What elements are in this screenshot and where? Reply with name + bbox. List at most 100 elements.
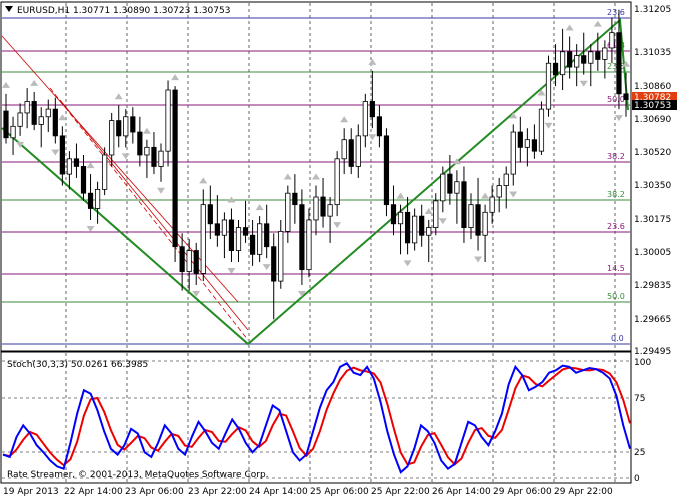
price-axis-label: 1.30350 <box>634 181 671 191</box>
candle-body <box>66 158 73 175</box>
candle-body <box>489 196 495 213</box>
price-axis-label: 1.29835 <box>634 281 671 291</box>
price-axis-label: 1.31205 <box>634 5 671 15</box>
candle-body <box>221 219 228 236</box>
time-axis-label: 23 Apr 06:00 <box>125 487 184 497</box>
price-axis: 1.31205 1.31035 1.30860 1.30690 1.30520 1.303… <box>634 5 671 357</box>
fibo-level-label: 38.2 <box>607 190 625 199</box>
time-axis: 19 Apr 2013 22 Apr 14:00 23 Apr 06:00 23 Ap… <box>3 487 613 497</box>
candle-body <box>609 32 615 49</box>
candle-body <box>80 166 87 194</box>
candle-body <box>292 192 298 206</box>
candle-body <box>616 32 622 95</box>
candle-body <box>362 101 368 137</box>
candle-body <box>144 146 150 156</box>
price-axis-label: 1.30175 <box>634 215 671 225</box>
price-axis-label: 1.29665 <box>634 315 671 325</box>
candle-body <box>567 51 573 68</box>
candle-body <box>73 158 80 167</box>
time-axis-label: 23 Apr 22:00 <box>188 487 247 497</box>
time-axis-label: 29 Apr 06:00 <box>493 487 552 497</box>
candle-body <box>313 196 319 221</box>
candle-body <box>531 139 538 152</box>
candle-body <box>602 47 608 60</box>
candle-body <box>10 125 16 139</box>
candle-body <box>517 131 523 148</box>
fibo-level-label: 23.6 <box>607 8 625 17</box>
stoch-level-75: 75 <box>634 394 645 404</box>
stoch-level-25: 25 <box>634 448 645 458</box>
candle-body <box>397 211 404 225</box>
candle-body <box>581 55 587 64</box>
price-axis-label: 1.30690 <box>634 115 671 125</box>
time-axis-label: 22 Apr 14:00 <box>64 487 123 497</box>
copyright-text: Rate Streamer, © 2001-2013, MetaQuotes S… <box>7 470 269 480</box>
time-axis-label: 26 Apr 14:00 <box>432 487 491 497</box>
candle-body <box>419 215 425 236</box>
candle-body <box>193 250 199 274</box>
stoch-level-100: 100 <box>634 358 651 368</box>
candle-body <box>285 192 291 232</box>
candle-body <box>94 188 101 209</box>
candle-body <box>552 62 559 76</box>
candle-body <box>52 108 58 137</box>
candle-body <box>17 112 23 127</box>
fibo-level-label: 38.2 <box>607 152 625 161</box>
candle-body <box>524 139 530 148</box>
candle-body <box>200 204 206 274</box>
candle-body <box>179 246 185 272</box>
candle-body <box>31 101 37 125</box>
fibo-level-label: 23.6 <box>607 222 625 231</box>
candle-body <box>320 196 326 217</box>
stoch-pane[interactable] <box>0 351 632 484</box>
candle-body <box>235 227 242 251</box>
candle-body <box>461 181 467 229</box>
time-axis-label: 25 Apr 06:00 <box>310 487 369 497</box>
fibo-level-label: 14.5 <box>607 264 625 273</box>
candle-body <box>412 215 418 244</box>
chart-window[interactable]: 23.661.823.650.038.238.223.614.550.00.0 … <box>0 0 700 500</box>
price-axis-label: 1.30520 <box>634 148 671 158</box>
candle-body <box>137 131 143 156</box>
candle-body <box>87 192 94 209</box>
fibo-level-label: 23.6 <box>607 62 625 71</box>
candle-body <box>38 116 44 125</box>
bid-price-tag: 1.30753 <box>634 101 671 111</box>
candle-body <box>102 154 108 190</box>
candle-body <box>510 131 516 175</box>
chart-title: EURUSD,H1 1.30771 1.30890 1.30723 1.3075… <box>17 6 230 16</box>
candle-body <box>45 108 51 118</box>
candle-body <box>228 219 235 251</box>
candle-body <box>404 211 411 244</box>
candle-body <box>172 89 178 248</box>
candle-body <box>341 139 347 160</box>
candle-body <box>538 108 545 152</box>
time-axis-label: 19 Apr 2013 <box>3 487 59 497</box>
fibo-level-label: 0.0 <box>611 334 624 343</box>
candle-body <box>623 93 629 100</box>
candle-body <box>257 223 263 255</box>
candle-body <box>249 234 256 255</box>
candle-body <box>186 250 192 272</box>
candle-body <box>559 51 566 76</box>
candle-body <box>264 223 270 248</box>
candle-body <box>475 204 481 236</box>
time-axis-label: 25 Apr 22:00 <box>371 487 430 497</box>
candle-body <box>278 231 284 282</box>
candle-body <box>496 185 502 198</box>
candle-body <box>454 181 460 194</box>
stoch-level-0: 0 <box>634 474 640 484</box>
candle-body <box>214 223 220 236</box>
candle-body <box>447 173 453 194</box>
candle-body <box>334 158 340 206</box>
candle-body <box>348 139 354 167</box>
candle-body <box>376 116 383 137</box>
candle-body <box>327 204 333 217</box>
fibo-level-label: 50.0 <box>607 95 625 104</box>
candle-body <box>299 204 305 271</box>
candle-body <box>123 116 129 137</box>
candle-body <box>588 51 594 64</box>
fibo-level-label: 50.0 <box>607 292 625 301</box>
candle-body <box>383 135 390 206</box>
candle-body <box>433 200 439 229</box>
